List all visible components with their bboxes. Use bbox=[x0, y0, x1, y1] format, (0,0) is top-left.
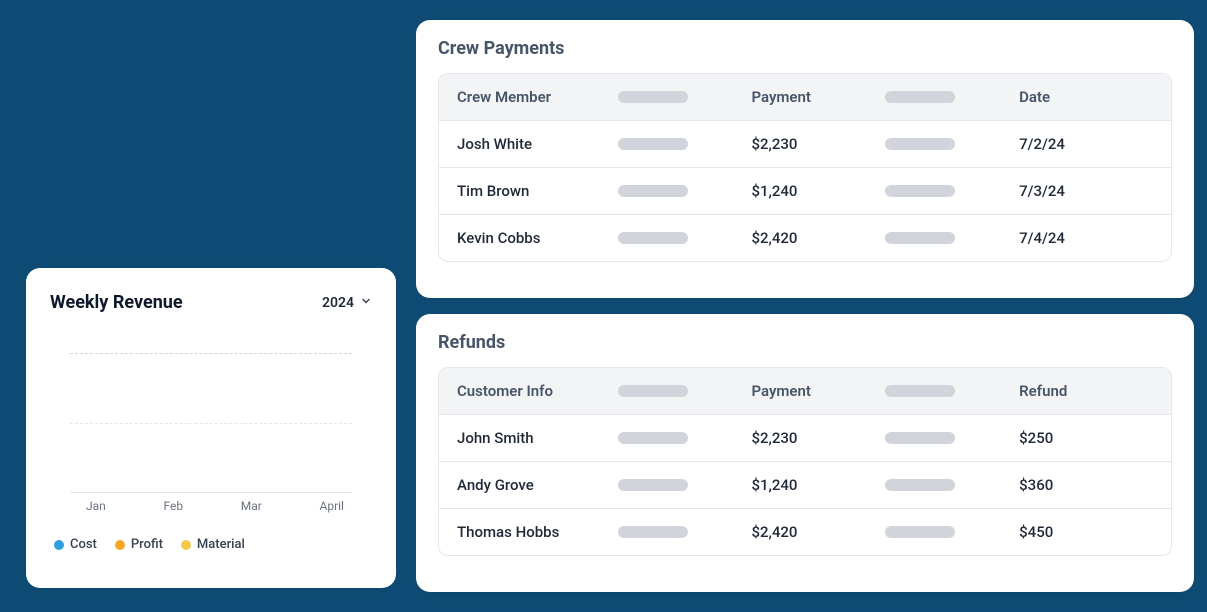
weekly-revenue-card: Weekly Revenue 2024 Jan Feb Mar April Co… bbox=[26, 268, 396, 588]
cell-customer: Andy Grove bbox=[457, 476, 618, 494]
legend-cost: Cost bbox=[54, 537, 97, 552]
cell-refund: $250 bbox=[1019, 429, 1153, 447]
table-row[interactable]: Tim Brown $1,240 7/3/24 bbox=[439, 167, 1171, 214]
col-customer-info: Customer Info bbox=[457, 382, 618, 400]
col-placeholder bbox=[618, 91, 752, 103]
cell-payment: $2,420 bbox=[751, 229, 885, 247]
cell-placeholder bbox=[618, 185, 752, 197]
table-row[interactable]: Josh White $2,230 7/2/24 bbox=[439, 120, 1171, 167]
cell-placeholder bbox=[618, 526, 752, 538]
cell-payment: $1,240 bbox=[751, 476, 885, 494]
refunds-card: Refunds Customer Info Payment Refund Joh… bbox=[416, 314, 1194, 592]
col-placeholder bbox=[885, 385, 1019, 397]
x-axis-labels: Jan Feb Mar April bbox=[86, 499, 344, 513]
col-payment: Payment bbox=[751, 382, 885, 400]
cell-member: Josh White bbox=[457, 135, 618, 153]
cell-placeholder bbox=[885, 138, 1019, 150]
cell-customer: Thomas Hobbs bbox=[457, 523, 618, 541]
cell-date: 7/4/24 bbox=[1019, 229, 1153, 247]
table-row[interactable]: Thomas Hobbs $2,420 $450 bbox=[439, 508, 1171, 555]
cell-payment: $1,240 bbox=[751, 182, 885, 200]
crew-payments-card: Crew Payments Crew Member Payment Date J… bbox=[416, 20, 1194, 298]
cell-placeholder bbox=[885, 432, 1019, 444]
chevron-down-icon bbox=[360, 295, 372, 311]
cell-date: 7/2/24 bbox=[1019, 135, 1153, 153]
crew-payments-title: Crew Payments bbox=[438, 38, 1172, 59]
col-crew-member: Crew Member bbox=[457, 88, 618, 106]
cell-placeholder bbox=[618, 138, 752, 150]
cell-payment: $2,230 bbox=[751, 429, 885, 447]
refunds-title: Refunds bbox=[438, 332, 1172, 353]
col-placeholder bbox=[885, 91, 1019, 103]
cell-placeholder bbox=[885, 526, 1019, 538]
refunds-table: Customer Info Payment Refund John Smith $… bbox=[438, 367, 1172, 556]
cell-placeholder bbox=[618, 432, 752, 444]
table-header-row: Customer Info Payment Refund bbox=[439, 368, 1171, 414]
year-value: 2024 bbox=[322, 295, 354, 311]
legend-material: Material bbox=[181, 537, 245, 552]
crew-payments-table: Crew Member Payment Date Josh White $2,23… bbox=[438, 73, 1172, 262]
col-placeholder bbox=[618, 385, 752, 397]
table-row[interactable]: Kevin Cobbs $2,420 7/4/24 bbox=[439, 214, 1171, 261]
cell-refund: $360 bbox=[1019, 476, 1153, 494]
cell-payment: $2,420 bbox=[751, 523, 885, 541]
col-payment: Payment bbox=[751, 88, 885, 106]
cell-placeholder bbox=[618, 479, 752, 491]
cell-customer: John Smith bbox=[457, 429, 618, 447]
table-header-row: Crew Member Payment Date bbox=[439, 74, 1171, 120]
chart-legend: Cost Profit Material bbox=[54, 537, 372, 552]
stacked-bar-chart bbox=[70, 353, 352, 493]
legend-profit: Profit bbox=[115, 537, 163, 552]
table-row[interactable]: John Smith $2,230 $250 bbox=[439, 414, 1171, 461]
cell-placeholder bbox=[885, 185, 1019, 197]
chart-title: Weekly Revenue bbox=[50, 292, 183, 313]
cell-member: Kevin Cobbs bbox=[457, 229, 618, 247]
col-date: Date bbox=[1019, 88, 1153, 106]
cell-placeholder bbox=[618, 232, 752, 244]
year-dropdown[interactable]: 2024 bbox=[322, 295, 372, 311]
table-row[interactable]: Andy Grove $1,240 $360 bbox=[439, 461, 1171, 508]
cell-date: 7/3/24 bbox=[1019, 182, 1153, 200]
cell-member: Tim Brown bbox=[457, 182, 618, 200]
cell-payment: $2,230 bbox=[751, 135, 885, 153]
cell-placeholder bbox=[885, 232, 1019, 244]
col-refund: Refund bbox=[1019, 382, 1153, 400]
cell-refund: $450 bbox=[1019, 523, 1153, 541]
cell-placeholder bbox=[885, 479, 1019, 491]
